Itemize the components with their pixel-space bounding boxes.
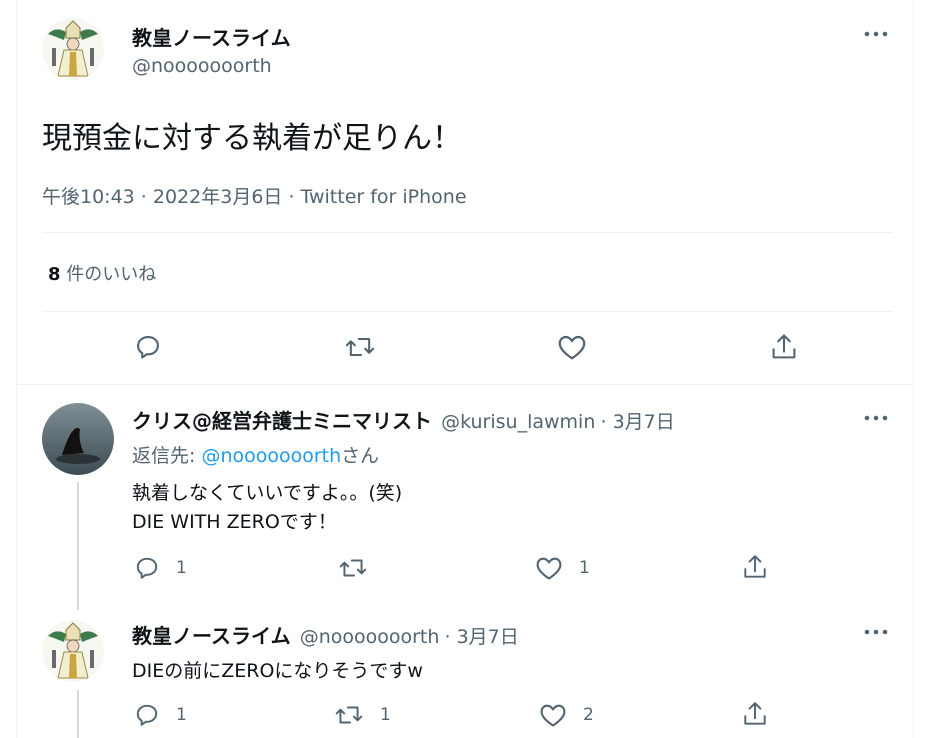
- like-button[interactable]: [557, 333, 587, 361]
- share-icon: [772, 334, 796, 359]
- divider-mid: [42, 311, 892, 312]
- reply1-more-button[interactable]: [862, 404, 890, 432]
- share-button[interactable]: [770, 332, 798, 362]
- more-dots-icon: [864, 415, 888, 421]
- reply-button[interactable]: [134, 333, 162, 361]
- main-handle[interactable]: @nooooooorth: [132, 55, 272, 77]
- divider-bottom: [17, 384, 914, 385]
- reply1-text: 執着しなくていいですよ。。(笑) DIE WITH ZEROです！: [132, 479, 402, 537]
- divider-top: [42, 232, 892, 233]
- reply1-reply-button[interactable]: 1: [134, 555, 187, 581]
- more-dots-icon: [864, 629, 888, 635]
- share-icon: [744, 702, 766, 725]
- reply-icon: [136, 704, 158, 726]
- heart-icon: [536, 557, 562, 580]
- reply-icon: [137, 336, 159, 359]
- main-tweet-meta[interactable]: 午後10:43 · 2022年3月6日 · Twitter for iPhone: [42, 182, 467, 209]
- heart-icon: [558, 335, 586, 360]
- reply2-more-button[interactable]: [862, 618, 890, 646]
- share-icon: [744, 555, 766, 578]
- reply2-display-name[interactable]: 教皇ノースライム: [132, 624, 291, 648]
- reply2-reply-button[interactable]: 1: [134, 702, 187, 728]
- reply-to-handle-link[interactable]: @nooooooorth: [201, 445, 341, 467]
- reply1-handle[interactable]: @kurisu_lawmin: [441, 411, 595, 433]
- more-options-button[interactable]: [862, 20, 890, 48]
- reply1-header: クリス@経営弁護士ミニマリスト @kurisu_lawmin · 3月7日: [132, 405, 675, 434]
- reply-to-suffix: さん: [341, 445, 380, 467]
- reply2-reply-count: 1: [176, 705, 187, 725]
- reply2-text: DIEの前にZEROになりそうですw: [132, 660, 423, 682]
- reply2-like-count: 2: [583, 705, 594, 725]
- reply1-text-line1: 執着しなくていいですよ。。(笑): [132, 482, 403, 504]
- reply2-retweet-count: 1: [380, 705, 391, 725]
- reply-icon: [136, 557, 158, 579]
- reply2-retweet-button[interactable]: 1: [334, 702, 391, 728]
- more-dots-icon: [864, 31, 888, 37]
- main-tweet-text: 現預金に対する執着が足りん！: [42, 121, 462, 156]
- reply2-header: 教皇ノースライム @nooooooorth · 3月7日: [132, 620, 519, 649]
- main-display-name[interactable]: 教皇ノースライム: [132, 22, 291, 51]
- retweet-button[interactable]: [344, 333, 376, 361]
- thread-line-1: [77, 482, 79, 610]
- thread-line-2: [77, 690, 79, 738]
- reply2-share-button[interactable]: [742, 700, 768, 728]
- reply2-like-button[interactable]: 2: [539, 702, 594, 728]
- reply1-display-name[interactable]: クリス@経営弁護士ミニマリスト: [132, 409, 432, 433]
- reply1-retweet-button[interactable]: [338, 555, 384, 581]
- reply2-avatar[interactable]: [42, 620, 104, 682]
- reply1-avatar[interactable]: [42, 403, 114, 475]
- pope-character-icon: [42, 620, 104, 682]
- retweet-icon: [335, 706, 363, 724]
- reply1-date[interactable]: · 3月7日: [600, 411, 674, 433]
- retweet-icon: [345, 337, 375, 357]
- heart-icon: [540, 704, 566, 727]
- reply1-share-button[interactable]: [742, 553, 768, 581]
- reply-to-prefix: 返信先:: [132, 445, 202, 467]
- reply1-reply-count: 1: [176, 558, 187, 578]
- reply2-handle[interactable]: @nooooooorth: [300, 626, 440, 648]
- reply1-like-count: 1: [579, 558, 590, 578]
- likes-summary[interactable]: 8 件のいいね: [48, 260, 156, 286]
- likes-count: 8: [48, 264, 61, 285]
- reply1-reply-to: 返信先: @nooooooorthさん: [132, 441, 379, 468]
- reply2-date[interactable]: · 3月7日: [445, 626, 519, 648]
- pope-character-icon: [42, 18, 104, 80]
- retweet-icon: [339, 559, 367, 577]
- orca-photo-icon: [42, 403, 114, 475]
- main-avatar[interactable]: [42, 18, 104, 80]
- likes-label: 件のいいね: [66, 264, 157, 285]
- reply1-text-line2: DIE WITH ZEROです！: [132, 511, 337, 533]
- reply1-like-button[interactable]: 1: [535, 555, 590, 581]
